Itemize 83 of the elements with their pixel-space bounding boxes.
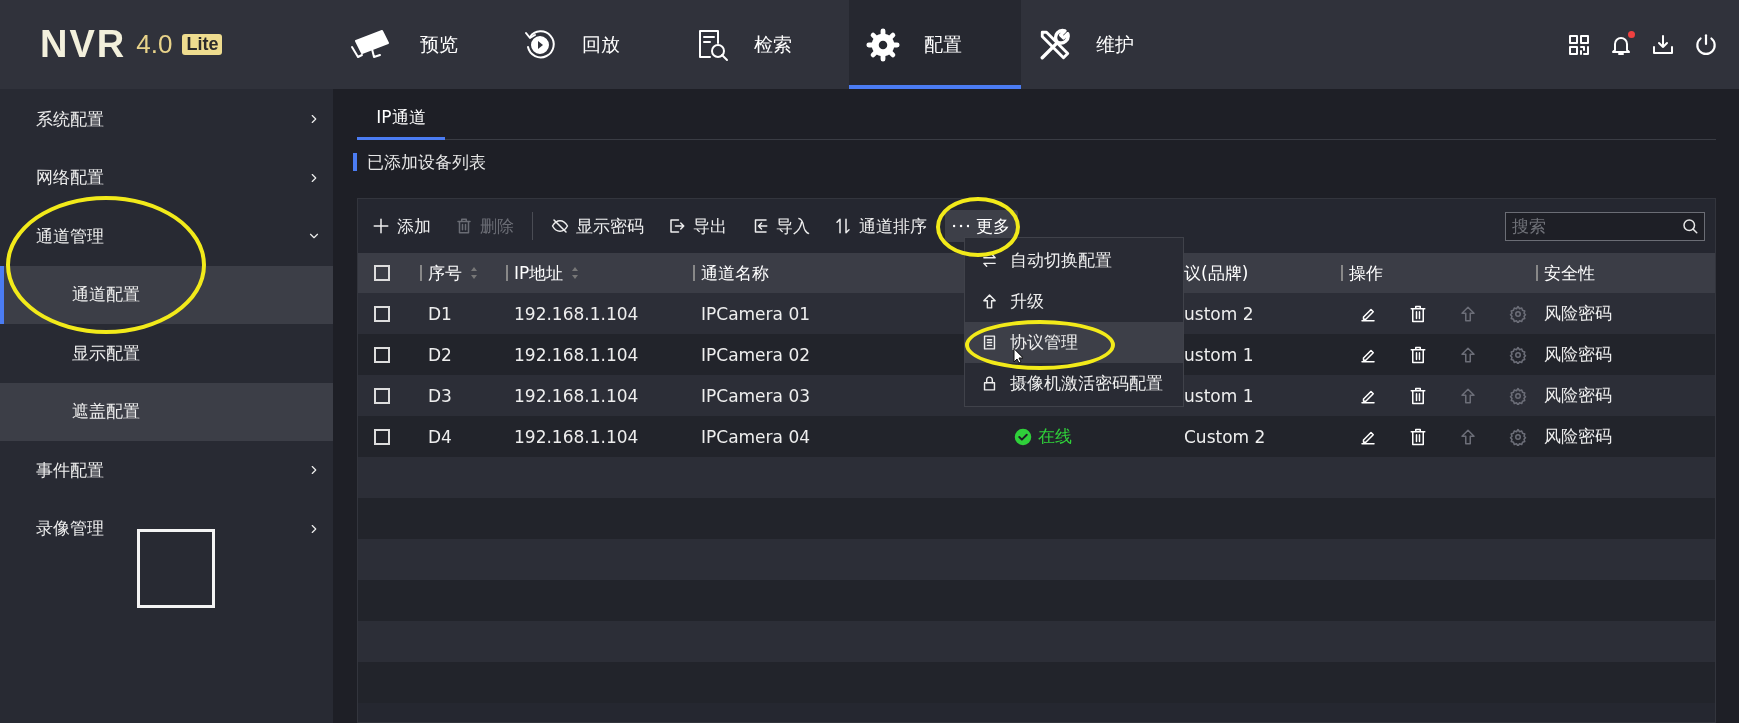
sidebar-subitem[interactable]: 遮盖配置	[0, 382, 333, 441]
table-cell-text: Custom 2	[1184, 426, 1267, 447]
sort-icon	[834, 217, 852, 235]
table-cell-text: 风险密码	[1544, 425, 1613, 448]
toolbar-button[interactable]: 显示密码	[539, 209, 656, 243]
nav-tab[interactable]: 预览	[333, 0, 505, 89]
download-icon[interactable]	[1651, 32, 1675, 57]
table-cell-text: 192.168.1.104	[514, 385, 640, 406]
column-header: 序号	[420, 265, 462, 281]
nav-tab[interactable]: 维护	[1021, 0, 1193, 89]
settings-icon	[866, 27, 900, 62]
lock-icon	[981, 375, 998, 392]
table-cell-text: D3	[428, 385, 453, 406]
toolbar-button[interactable]: 通道排序	[822, 209, 939, 243]
sidebar-item[interactable]: 录像管理	[0, 499, 333, 558]
column-header: 通道名称	[693, 265, 769, 281]
swap-arrows-icon	[981, 252, 998, 269]
trash-icon[interactable]	[1409, 386, 1427, 405]
sort-arrows-icon	[571, 266, 580, 280]
menu-item[interactable]: 协议管理	[965, 322, 1183, 363]
checkbox[interactable]	[374, 305, 390, 322]
arrow-up-icon	[981, 293, 998, 310]
tab[interactable]: IP通道	[357, 106, 445, 140]
edition-badge: Lite	[182, 34, 223, 55]
search-icon	[1681, 216, 1699, 235]
logo-version: 4.0	[136, 29, 173, 60]
trash-icon	[455, 217, 473, 235]
column-header: 操作	[1341, 265, 1383, 281]
trash-icon[interactable]	[1409, 304, 1427, 323]
table-cell-text: D4	[428, 426, 453, 447]
toolbar-button[interactable]: 添加	[360, 209, 443, 243]
mouse-pointer-icon	[1013, 348, 1023, 364]
table-cell-text: D1	[428, 303, 453, 324]
logo-text: NVR	[40, 23, 127, 66]
sidebar-item[interactable]: 通道管理	[0, 207, 333, 266]
toolbar-button[interactable]: 导入	[739, 209, 822, 243]
more-dots-icon	[953, 224, 969, 228]
sidebar-item[interactable]: 网络配置	[0, 148, 333, 207]
table-cell-text: ustom 1	[1184, 344, 1255, 365]
checkbox[interactable]	[374, 387, 390, 404]
column-header: 安全性	[1536, 265, 1595, 281]
toolbar-button[interactable]: 导出	[656, 209, 739, 243]
notification-dot	[1628, 30, 1635, 38]
table-cell-text: D2	[428, 344, 453, 365]
table-cell-text: IPCamera 01	[701, 303, 811, 324]
table-cell-text: 风险密码	[1544, 302, 1613, 325]
table-cell-text: 风险密码	[1544, 384, 1613, 407]
section-marker	[353, 153, 357, 171]
menu-item[interactable]: 升级	[965, 281, 1183, 322]
document-icon	[981, 334, 998, 351]
plus-icon	[372, 217, 390, 235]
sidebar-item[interactable]: 事件配置	[0, 441, 333, 500]
nav-tab[interactable]: 检索	[677, 0, 849, 89]
table-cell-text: ustom 1	[1184, 385, 1255, 406]
table-cell-text: IPCamera 03	[701, 385, 811, 406]
status-label: 在线	[1001, 425, 1184, 448]
checkbox[interactable]	[374, 346, 390, 363]
qr-code-icon[interactable]	[1567, 32, 1591, 57]
column-header: IP地址	[506, 265, 564, 281]
power-icon[interactable]	[1693, 31, 1719, 58]
table-cell-text: ustom 2	[1184, 303, 1255, 324]
table-cell-text: 风险密码	[1544, 343, 1613, 366]
table-cell-text: IPCamera 02	[701, 344, 811, 365]
trash-icon[interactable]	[1409, 345, 1427, 364]
trash-icon[interactable]	[1409, 427, 1427, 446]
nav-tab[interactable]: 回放	[505, 0, 677, 89]
table-cell-text: IPCamera 04	[701, 426, 811, 447]
table-cell-text: 192.168.1.104	[514, 303, 640, 324]
nav-tab[interactable]: 配置	[849, 0, 1021, 89]
checkbox[interactable]	[374, 265, 390, 281]
sidebar-subitem[interactable]: 显示配置	[0, 324, 333, 383]
table-cell-text: 192.168.1.104	[514, 426, 640, 447]
sort-arrows-icon	[470, 266, 478, 280]
sidebar-subitem[interactable]: 通道配置	[0, 265, 333, 324]
tools-icon	[1038, 27, 1072, 62]
eye-off-icon	[551, 217, 569, 235]
section-title: 已添加设备列表	[367, 150, 486, 174]
search-field[interactable]: 搜索	[1505, 211, 1705, 241]
table-cell-text: 192.168.1.104	[514, 344, 640, 365]
check-circle-icon	[1014, 427, 1032, 446]
sidebar-item[interactable]: 系统配置	[0, 90, 333, 149]
checkbox[interactable]	[374, 428, 390, 445]
export-icon	[668, 217, 686, 235]
